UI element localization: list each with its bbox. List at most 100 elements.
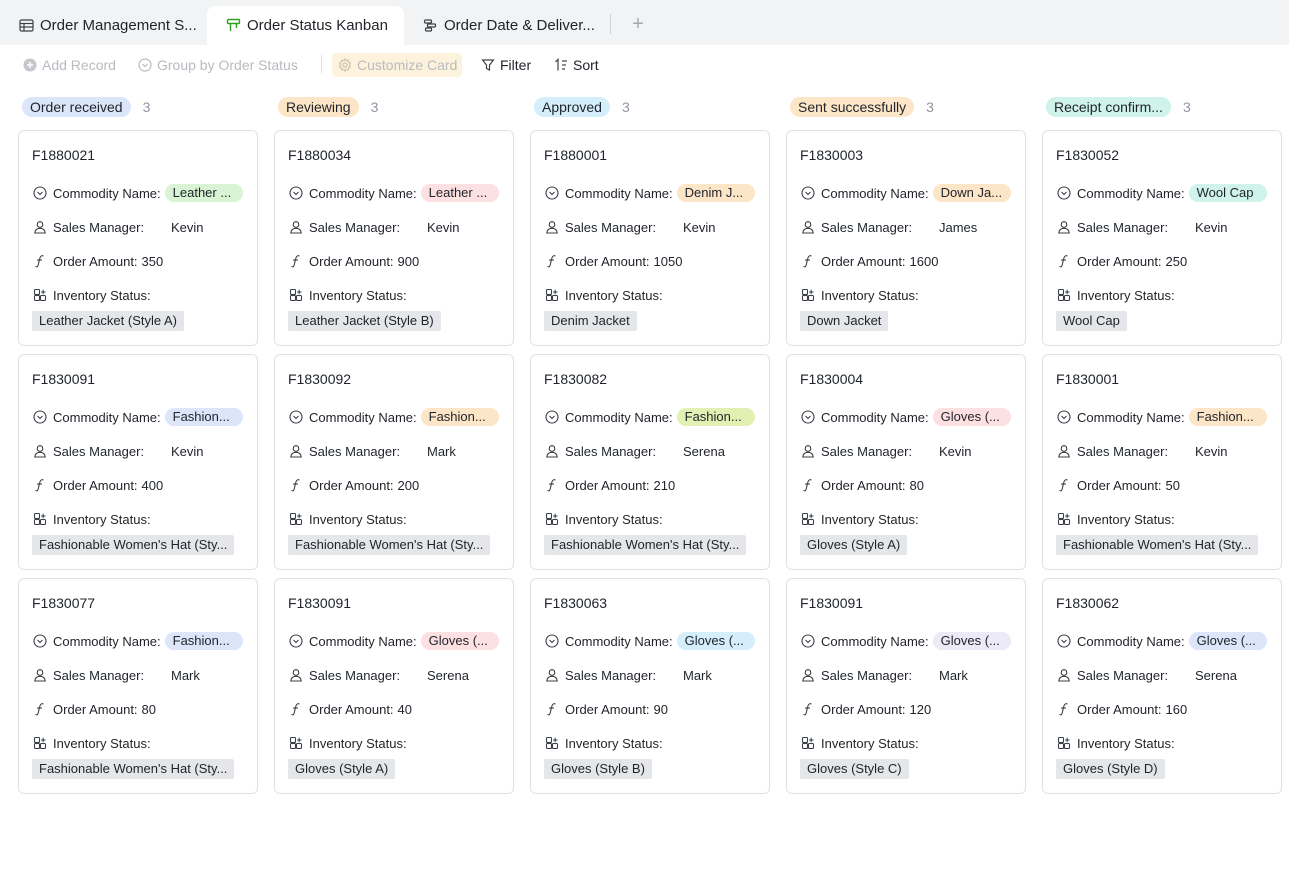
field-inventory: Inventory Status: xyxy=(1056,285,1175,305)
field-label: Sales Manager: xyxy=(565,667,657,683)
add-record-button[interactable]: Add Record xyxy=(22,53,116,77)
single-select-icon xyxy=(544,634,559,649)
commodity-tag: Gloves (... xyxy=(932,632,1011,650)
column-count: 3 xyxy=(1182,99,1191,115)
lookup-icon xyxy=(1056,736,1071,751)
field-label: Inventory Status: xyxy=(53,511,151,527)
group-by-button[interactable]: Group by Order Status xyxy=(137,53,298,77)
record-card[interactable]: F1830062 Commodity Name: Gloves (... Sales … xyxy=(1042,578,1282,794)
field-label: Commodity Name: xyxy=(565,185,673,201)
record-card[interactable]: F1830091 Commodity Name: Gloves (... Sales … xyxy=(274,578,514,794)
field-amount: Order Amount: 1050 xyxy=(544,251,682,271)
field-label: Commodity Name: xyxy=(53,633,161,649)
field-manager: Sales Manager: Kevin xyxy=(544,217,716,237)
field-label: Sales Manager: xyxy=(53,667,145,683)
record-card[interactable]: F1830082 Commodity Name: Fashion... Sales M… xyxy=(530,354,770,570)
record-card[interactable]: F1880034 Commodity Name: Leather ... Sales … xyxy=(274,130,514,346)
sales-manager-value: Serena xyxy=(683,443,725,459)
field-amount: Order Amount: 120 xyxy=(800,699,931,719)
field-manager: Sales Manager: Mark xyxy=(288,441,456,461)
record-card[interactable]: F1880001 Commodity Name: Denim J... Sales M… xyxy=(530,130,770,346)
grid-table-icon xyxy=(18,18,34,34)
record-card[interactable]: F1880021 Commodity Name: Leather ... Sales … xyxy=(18,130,258,346)
field-inventory: Inventory Status: xyxy=(32,509,151,529)
gear-icon xyxy=(337,57,353,73)
sort-icon xyxy=(553,57,569,73)
field-commodity: Commodity Name: Gloves (... xyxy=(800,631,1011,651)
card-title: F1830063 xyxy=(544,595,608,611)
field-commodity: Commodity Name: Leather ... xyxy=(32,183,243,203)
record-card[interactable]: F1830003 Commodity Name: Down Ja... Sales M… xyxy=(786,130,1026,346)
single-select-icon xyxy=(800,410,815,425)
field-label: Inventory Status: xyxy=(53,287,151,303)
field-label: Inventory Status: xyxy=(821,287,919,303)
person-icon xyxy=(1056,444,1071,459)
lookup-icon xyxy=(544,736,559,751)
formula-icon xyxy=(800,478,815,493)
field-commodity: Commodity Name: Wool Cap xyxy=(1056,183,1267,203)
inventory-tag: Gloves (Style B) xyxy=(544,759,652,779)
customize-card-button[interactable]: Customize Card xyxy=(332,53,463,77)
record-card[interactable]: F1830077 Commodity Name: Fashion... Sales M… xyxy=(18,578,258,794)
card-title: F1830052 xyxy=(1056,147,1120,163)
tab-order-status-kanban[interactable]: Order Status Kanban xyxy=(207,6,404,45)
field-inventory: Inventory Status: xyxy=(32,285,151,305)
field-label: Sales Manager: xyxy=(1077,219,1169,235)
person-icon xyxy=(288,668,303,683)
commodity-tag: Gloves (... xyxy=(420,632,499,650)
column-header[interactable]: Receipt confirm... 3 xyxy=(1046,96,1282,118)
field-manager: Sales Manager: Kevin xyxy=(1056,217,1228,237)
field-commodity: Commodity Name: Gloves (... xyxy=(1056,631,1267,651)
add-view-icon[interactable]: + xyxy=(628,14,648,34)
record-card[interactable]: F1830091 Commodity Name: Fashion... Sales M… xyxy=(18,354,258,570)
formula-icon xyxy=(32,478,47,493)
inventory-tag: Down Jacket xyxy=(800,311,889,331)
field-label: Commodity Name: xyxy=(821,185,929,201)
tab-label: Order Management S... xyxy=(40,17,197,34)
lookup-icon xyxy=(1056,512,1071,527)
tab-order-date-delivery[interactable]: Order Date & Deliver... xyxy=(404,6,604,45)
lookup-icon xyxy=(800,512,815,527)
sales-manager-value: Kevin xyxy=(1195,219,1228,235)
single-select-icon xyxy=(32,410,47,425)
record-card[interactable]: F1830092 Commodity Name: Fashion... Sales M… xyxy=(274,354,514,570)
card-title: F1830082 xyxy=(544,371,608,387)
column-header[interactable]: Order received 3 xyxy=(22,96,258,118)
field-inventory: Inventory Status: xyxy=(800,509,919,529)
commodity-tag: Fashion... xyxy=(164,632,243,650)
tab-order-management[interactable]: Order Management S... xyxy=(0,6,205,45)
add-record-label: Add Record xyxy=(42,57,116,73)
column-header[interactable]: Approved 3 xyxy=(534,96,770,118)
record-card[interactable]: F1830001 Commodity Name: Fashion... Sales M… xyxy=(1042,354,1282,570)
order-amount-value: 90 xyxy=(653,701,669,717)
lookup-icon xyxy=(800,736,815,751)
lookup-icon xyxy=(288,736,303,751)
record-card[interactable]: F1830063 Commodity Name: Gloves (... Sales … xyxy=(530,578,770,794)
order-amount-value: 210 xyxy=(653,477,676,493)
field-label: Sales Manager: xyxy=(53,443,145,459)
field-label: Order Amount: xyxy=(821,253,906,269)
single-select-icon xyxy=(800,186,815,201)
record-card[interactable]: F1830004 Commodity Name: Gloves (... Sales … xyxy=(786,354,1026,570)
kanban-column: Reviewing 3 F1880034 Commodity Name: Leather… xyxy=(274,96,514,796)
kanban-column: Sent successfully 3 F1830003 Commodity Name… xyxy=(786,96,1026,796)
column-header[interactable]: Sent successfully 3 xyxy=(790,96,1026,118)
field-inventory: Inventory Status: xyxy=(544,285,663,305)
column-header[interactable]: Reviewing 3 xyxy=(278,96,514,118)
formula-icon xyxy=(32,702,47,717)
card-title: F1830003 xyxy=(800,147,864,163)
field-label: Sales Manager: xyxy=(53,219,145,235)
record-card[interactable]: F1830052 Commodity Name: Wool Cap Sales Man… xyxy=(1042,130,1282,346)
field-label: Sales Manager: xyxy=(821,443,913,459)
field-label: Sales Manager: xyxy=(309,443,401,459)
filter-button[interactable]: Filter xyxy=(480,53,531,77)
sort-button[interactable]: Sort xyxy=(553,53,599,77)
field-label: Commodity Name: xyxy=(53,409,161,425)
commodity-tag: Leather ... xyxy=(420,184,499,202)
record-card[interactable]: F1830091 Commodity Name: Gloves (... Sales … xyxy=(786,578,1026,794)
field-inventory: Inventory Status: xyxy=(544,509,663,529)
inventory-tag: Gloves (Style A) xyxy=(800,535,908,555)
field-inventory: Inventory Status: xyxy=(1056,733,1175,753)
order-amount-value: 200 xyxy=(397,477,420,493)
customize-card-label: Customize Card xyxy=(357,57,458,73)
